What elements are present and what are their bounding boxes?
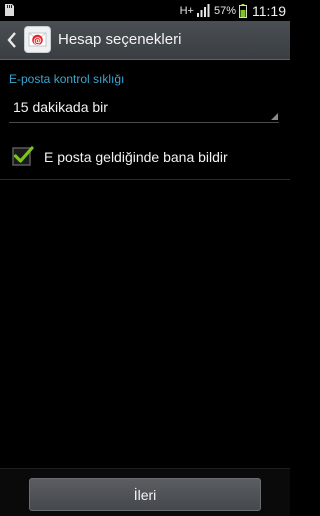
notify-checkbox-label: E posta geldiğinde bana bildir [44,149,228,165]
screen: H+ 57% 11:19 @ Hesap seçenekleri E-posta… [0,0,290,516]
check-frequency-spinner[interactable]: 15 dakikada bir [9,92,279,123]
network-type: H+ [179,4,194,17]
notify-checkbox-row[interactable]: E posta geldiğinde bana bildir [0,137,290,179]
email-app-icon[interactable]: @ [24,26,51,53]
signal-icon [196,4,210,17]
battery-icon [239,3,247,18]
battery-percent: 57% [213,4,236,17]
divider [0,179,290,180]
chevron-left-icon[interactable] [6,30,18,50]
status-icons: H+ 57% 11:19 [180,0,286,21]
bottom-bar: İleri [0,468,290,516]
clock: 11:19 [252,2,286,19]
status-bar: H+ 57% 11:19 [0,0,290,21]
dropdown-corner-icon [271,113,278,120]
next-button[interactable]: İleri [29,478,261,511]
checkbox-checked-icon[interactable] [12,145,34,167]
sd-card-icon [5,4,14,16]
check-frequency-label: E-posta kontrol sıklığı [9,72,125,86]
action-bar: @ Hesap seçenekleri [0,21,290,60]
check-frequency-value: 15 dakikada bir [13,99,108,115]
page-title: Hesap seçenekleri [58,31,182,48]
notification-area [4,3,15,22]
svg-text:@: @ [33,36,42,46]
